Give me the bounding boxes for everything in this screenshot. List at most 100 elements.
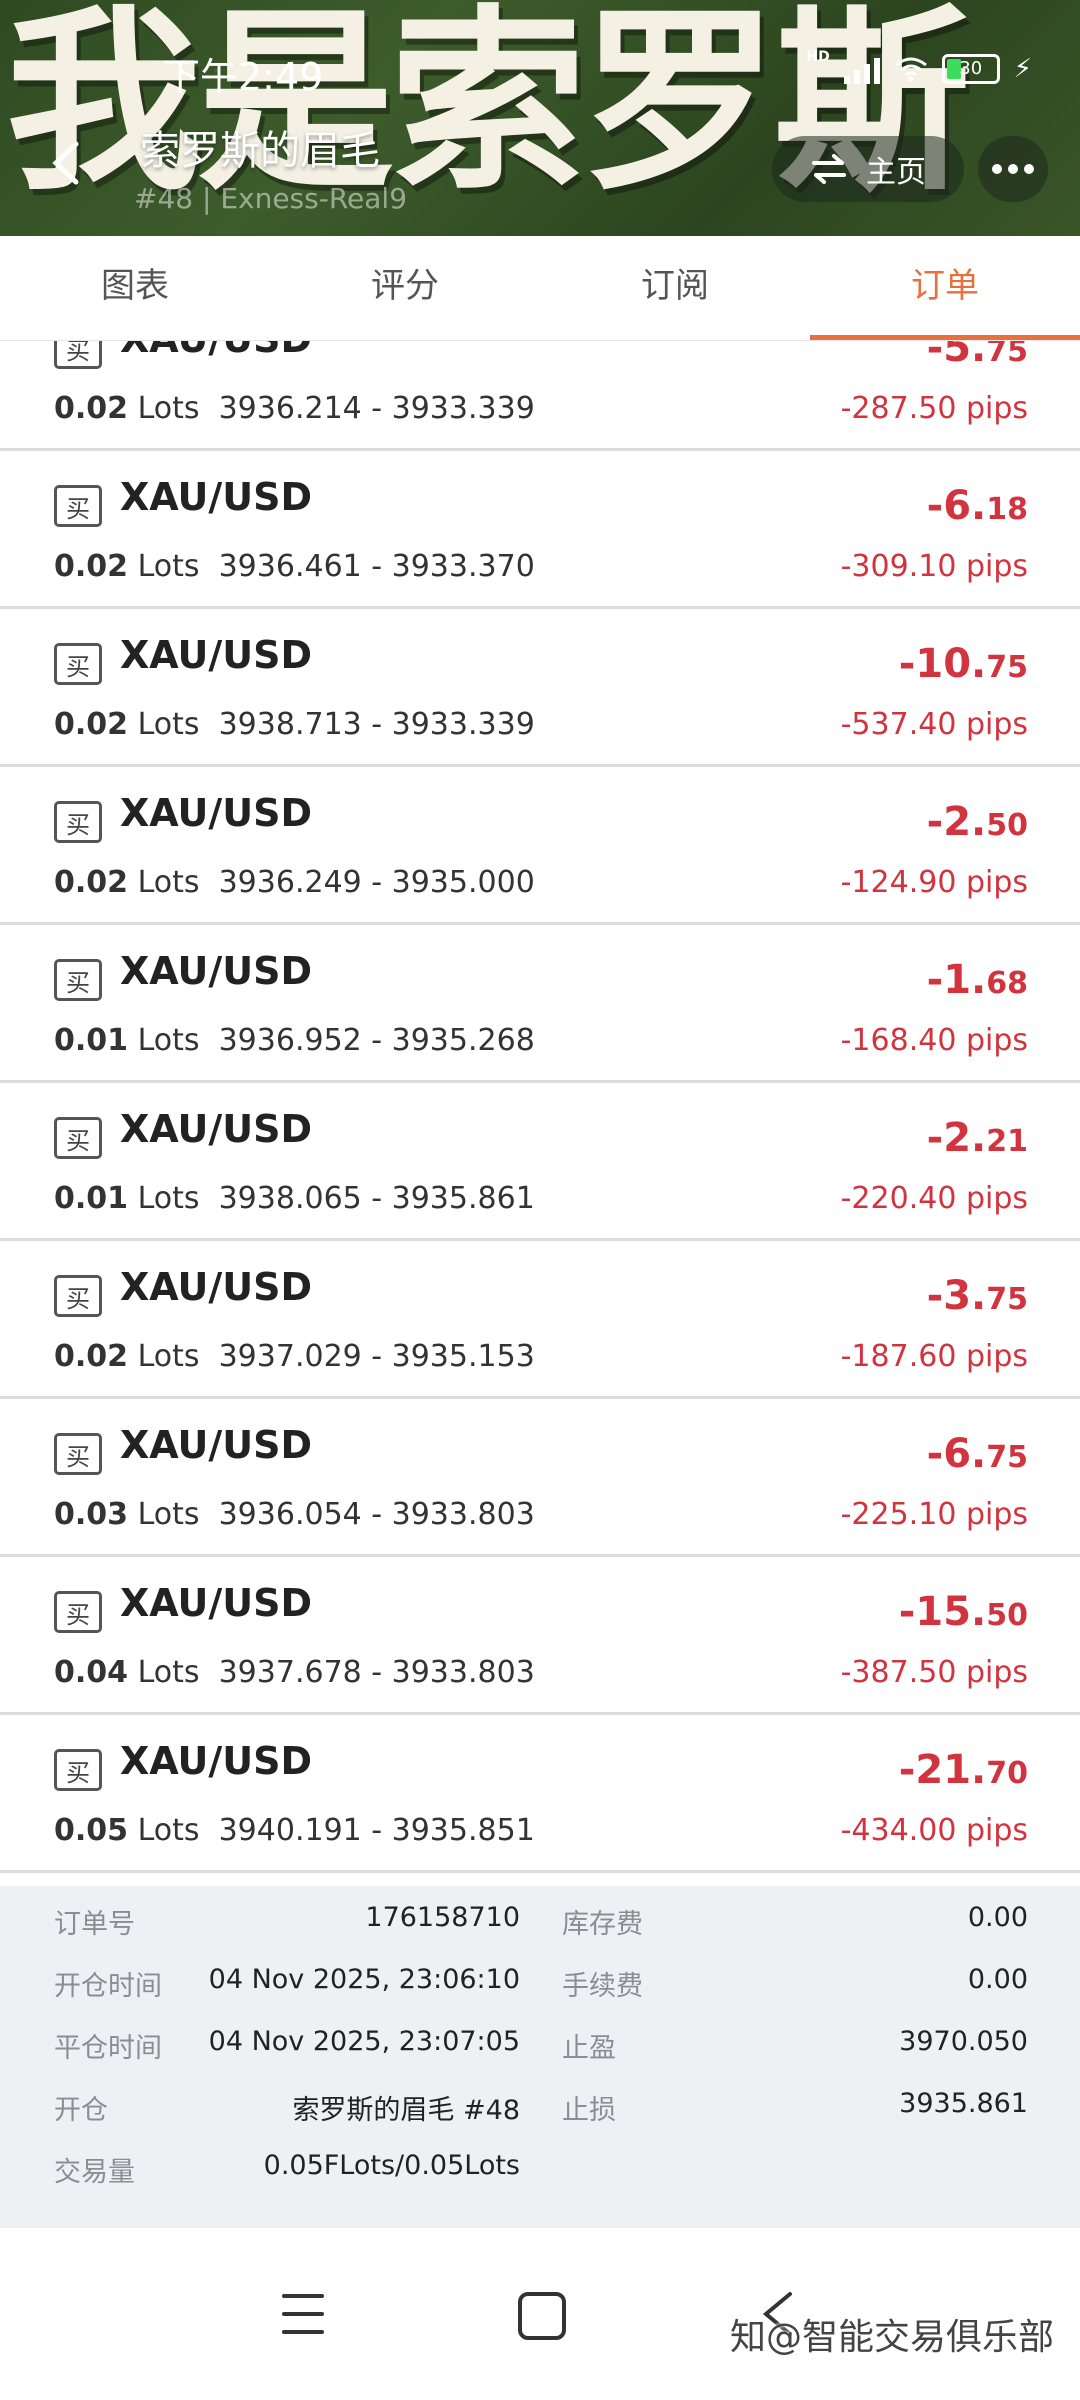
order-pips: -220.40 pips [840, 1181, 1028, 1216]
order-profit-dec: 21 [986, 1124, 1028, 1159]
order-lots-unit: Lots [137, 1023, 200, 1058]
order-prices: 3936.214 - 3933.339 [218, 391, 535, 426]
status-icons: HD 30 ⚡ [806, 49, 1032, 84]
order-profit-int: -6. [926, 483, 987, 529]
order-profit: -21.70 [899, 1747, 1028, 1793]
open-time-label: 开仓时间 [54, 1971, 162, 2002]
order-no-label: 订单号 [54, 1909, 135, 1940]
order-profit-dec: 75 [986, 650, 1028, 685]
detail-row-close-time: 平仓时间 04 Nov 2025, 23:07:05 止盈 3970.050 [0, 2026, 1080, 2088]
order-profit-dec: 50 [986, 1598, 1028, 1633]
order-lots: 0.02 [54, 707, 129, 742]
order-lot-line: 0.03 Lots 3936.054 - 3933.803 [54, 1497, 535, 1532]
order-profit-int: -1. [926, 957, 987, 1003]
more-button[interactable] [978, 136, 1048, 202]
order-row[interactable]: 买 XAU/USD 0.02 Lots 3937.029 - 3935.153 -3.… [0, 1243, 1080, 1399]
tab-chart[interactable]: 图表 [0, 236, 270, 340]
order-profit-int: -2. [926, 799, 987, 845]
volume-value: 0.05FLots/0.05Lots [263, 2150, 520, 2181]
order-lots: 0.04 [54, 1655, 129, 1690]
charging-icon: ⚡ [1013, 54, 1032, 84]
detail-row-open-by: 开仓 索罗斯的眉毛 #48 止损 3935.861 [0, 2088, 1080, 2150]
order-prices: 3940.191 - 3935.851 [218, 1813, 535, 1848]
order-details-panel: 订单号 176158710 库存费 0.00 开仓时间 04 Nov 2025,… [0, 1886, 1080, 2228]
order-lots: 0.01 [54, 1181, 129, 1216]
switch-arrows-icon [812, 154, 846, 184]
order-lots: 0.05 [54, 1813, 129, 1848]
home-button[interactable]: 主页 [772, 136, 964, 202]
order-pips: -309.10 pips [840, 549, 1028, 584]
wifi-icon [894, 57, 927, 82]
tab-rating[interactable]: 评分 [270, 236, 540, 340]
order-symbol: XAU/USD [120, 341, 312, 361]
order-profit: -10.75 [899, 641, 1028, 687]
order-row[interactable]: 买 XAU/USD 0.01 Lots 3938.065 - 3935.861 -2.… [0, 1085, 1080, 1241]
order-pips: -434.00 pips [840, 1813, 1028, 1848]
commission-value: 0.00 [967, 1964, 1028, 1995]
order-lots-unit: Lots [137, 549, 200, 584]
tab-subscribe[interactable]: 订阅 [540, 236, 810, 340]
buy-badge: 买 [54, 341, 102, 369]
detail-row-open-time: 开仓时间 04 Nov 2025, 23:06:10 手续费 0.00 [0, 1964, 1080, 2026]
order-lots: 0.02 [54, 549, 129, 584]
status-time: 下午2:49 [162, 55, 324, 99]
order-symbol: XAU/USD [120, 791, 313, 835]
order-lots: 0.02 [54, 1339, 129, 1374]
order-profit-dec: 70 [986, 1756, 1028, 1791]
order-lot-line: 0.02 Lots 3937.029 - 3935.153 [54, 1339, 535, 1374]
buy-badge: 买 [54, 1591, 102, 1633]
chevron-left-icon [52, 141, 79, 185]
order-symbol: XAU/USD [120, 1107, 313, 1151]
order-lot-line: 0.01 Lots 3938.065 - 3935.861 [54, 1181, 535, 1216]
order-row[interactable]: 买 XAU/USD 0.03 Lots 3936.054 - 3933.803 -6.… [0, 1401, 1080, 1557]
order-row[interactable]: 买 XAU/USD 0.01 Lots 3936.952 - 3935.268 -1.… [0, 927, 1080, 1083]
order-profit-dec: 75 [986, 1440, 1028, 1475]
order-prices: 3938.065 - 3935.861 [218, 1181, 535, 1216]
order-profit: -1.68 [927, 957, 1028, 1003]
swap-value: 0.00 [967, 1902, 1028, 1933]
order-prices: 3936.952 - 3935.268 [218, 1023, 535, 1058]
order-lots: 0.01 [54, 1023, 129, 1058]
buy-badge: 买 [54, 643, 102, 685]
order-row[interactable]: 买 XAU/USD 0.02 Lots 3938.713 - 3933.339 -10… [0, 611, 1080, 767]
close-time-label: 平仓时间 [54, 2033, 162, 2064]
order-profit-int: -15. [898, 1589, 987, 1635]
order-prices: 3936.054 - 3933.803 [218, 1497, 535, 1532]
buy-badge: 买 [54, 1275, 102, 1317]
order-symbol: XAU/USD [120, 475, 313, 519]
home-nav-button[interactable] [518, 2292, 566, 2340]
home-button-label: 主页 [866, 155, 926, 190]
order-row[interactable]: 买 XAU/USD 0.02 Lots 3936.461 - 3933.370 -6.… [0, 453, 1080, 609]
order-pips: -168.40 pips [840, 1023, 1028, 1058]
battery-icon: 30 [941, 54, 1000, 84]
order-prices: 3937.678 - 3933.803 [218, 1655, 535, 1690]
order-profit-int: -6. [926, 1431, 987, 1477]
order-lot-line: 0.01 Lots 3936.952 - 3935.268 [54, 1023, 535, 1058]
recent-apps-button[interactable] [282, 2294, 324, 2334]
network-type-label: HD [806, 49, 830, 65]
order-pips: -225.10 pips [840, 1497, 1028, 1532]
order-profit-dec: 50 [986, 808, 1028, 843]
order-list[interactable]: 买 XAU/USD 0.02 Lots 3936.214 - 3933.339 -5.… [0, 341, 1080, 1886]
order-profit: -2.50 [927, 799, 1028, 845]
order-symbol: XAU/USD [120, 1265, 313, 1309]
stop-loss-label: 止损 [562, 2095, 616, 2126]
order-profit-int: -21. [898, 1747, 987, 1793]
tab-orders[interactable]: 订单 [810, 236, 1080, 340]
order-profit-dec: 18 [986, 492, 1028, 527]
order-row[interactable]: 买 XAU/USD 0.04 Lots 3937.678 - 3933.803 -15… [0, 1559, 1080, 1715]
detail-row-order-no: 订单号 176158710 库存费 0.00 [0, 1902, 1080, 1964]
order-row[interactable]: 买 XAU/USD 0.02 Lots 3936.249 - 3935.000 -2.… [0, 769, 1080, 925]
order-profit: -15.50 [899, 1589, 1028, 1635]
order-row[interactable]: 买 XAU/USD 0.02 Lots 3936.214 - 3933.339 -5.… [0, 341, 1080, 451]
order-lots-unit: Lots [137, 1339, 200, 1374]
order-pips: -187.60 pips [840, 1339, 1028, 1374]
order-row[interactable]: 买 XAU/USD 0.05 Lots 3940.191 - 3935.851 -21… [0, 1717, 1080, 1873]
back-button[interactable] [30, 128, 100, 198]
order-pips: -124.90 pips [840, 865, 1028, 900]
system-nav-bar: 知@智能交易俱乐部 [0, 2228, 1080, 2400]
detail-row-volume: 交易量 0.05FLots/0.05Lots [0, 2150, 1080, 2212]
buy-badge: 买 [54, 1117, 102, 1159]
battery-level: 30 [959, 58, 983, 79]
open-by-value: 索罗斯的眉毛 #48 [292, 2095, 520, 2126]
